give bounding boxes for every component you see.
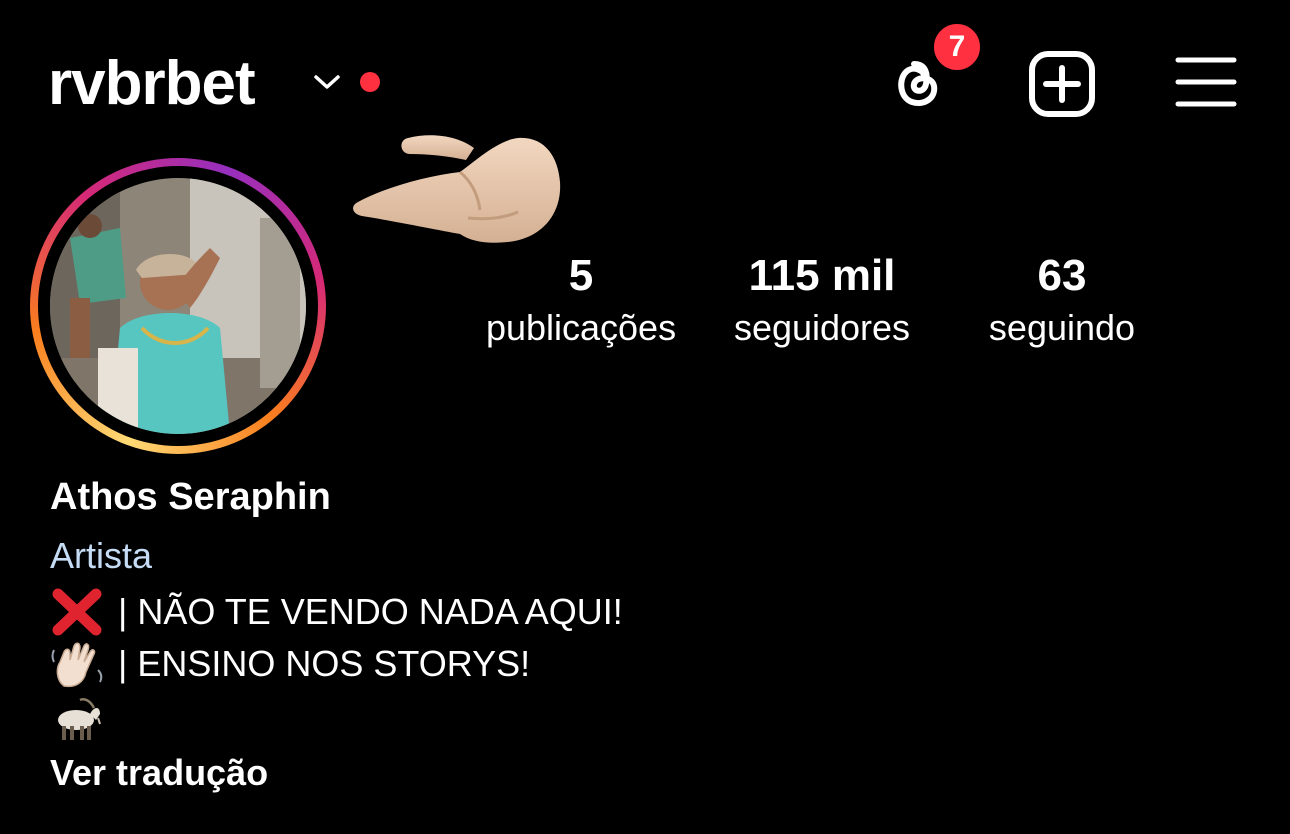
cross-mark-emoji bbox=[52, 588, 102, 636]
profile-category: Artista bbox=[50, 535, 153, 576]
goat-emoji bbox=[58, 698, 101, 740]
following-stat[interactable]: 63 seguindo bbox=[970, 248, 1154, 352]
following-count: 63 bbox=[1037, 251, 1087, 300]
see-translation-link[interactable]: Ver tradução bbox=[50, 750, 268, 796]
chevron-down-icon[interactable] bbox=[312, 72, 342, 92]
posts-stat[interactable]: 5 publicações bbox=[472, 248, 690, 352]
bio-line: | NÃO TE VENDO NADA AQUI! bbox=[50, 588, 623, 636]
full-name: Athos Seraphin bbox=[50, 476, 331, 518]
posts-count: 5 bbox=[568, 251, 594, 300]
waving-hand-emoji bbox=[51, 642, 103, 688]
followers-stat[interactable]: 115 mil seguidores bbox=[712, 248, 932, 352]
username-switcher[interactable]: rvbrbet bbox=[48, 46, 256, 122]
profile-page: rvbrbet 7 5 publicações 115 mil seguidor… bbox=[0, 0, 1290, 834]
following-label: seguindo bbox=[988, 307, 1136, 348]
pointing-finger-emoji bbox=[353, 135, 561, 243]
bio-text: | NÃO TE VENDO NADA AQUI! bbox=[118, 591, 623, 632]
bio-text: | ENSINO NOS STORYS! bbox=[118, 643, 531, 684]
bio-line bbox=[50, 694, 118, 742]
bio-line: | ENSINO NOS STORYS! bbox=[50, 640, 530, 688]
threads-notification-badge: 7 bbox=[930, 20, 984, 74]
followers-label: seguidores bbox=[733, 307, 911, 348]
followers-count: 115 mil bbox=[748, 251, 896, 300]
profile-avatar[interactable] bbox=[50, 178, 306, 434]
posts-label: publicações bbox=[485, 307, 677, 348]
hamburger-menu-icon[interactable] bbox=[1174, 54, 1238, 110]
notification-dot bbox=[360, 72, 380, 92]
create-post-icon[interactable] bbox=[1028, 50, 1096, 118]
